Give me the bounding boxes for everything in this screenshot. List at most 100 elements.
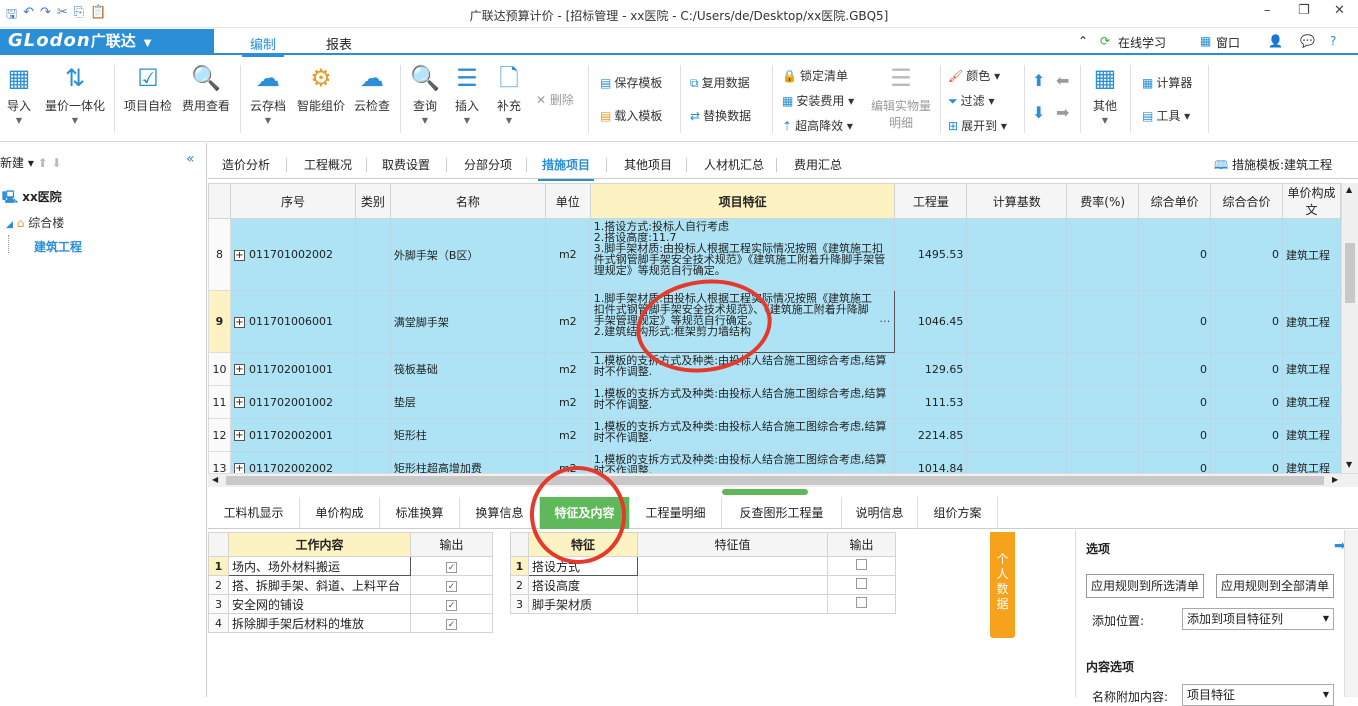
- row-unit-price[interactable]: 0: [1138, 385, 1212, 419]
- row-price-composition[interactable]: 建筑工程: [1281, 290, 1341, 353]
- more-icon[interactable]: …: [879, 313, 890, 324]
- output-cell[interactable]: [827, 594, 896, 614]
- grid-header-rate[interactable]: 费率(%): [1066, 183, 1140, 219]
- row-quantity[interactable]: 1495.53: [894, 218, 968, 291]
- grid-header-category[interactable]: 类别: [354, 183, 391, 219]
- row-unit[interactable]: m2: [544, 418, 591, 452]
- table-row[interactable]: 12 +011702002001 矩形柱 m2 1.模板的支拆方式及种类:由投标…: [208, 418, 1341, 452]
- save-template-button[interactable]: ▤ 保存模板: [600, 74, 662, 91]
- tab-cost-analysis[interactable]: 造价分析: [222, 156, 270, 173]
- row-code-cell[interactable]: +011702002001: [229, 418, 356, 452]
- row-rate[interactable]: [1066, 218, 1140, 291]
- row-unit[interactable]: m2: [544, 218, 591, 291]
- row-calc-base[interactable]: [966, 218, 1068, 291]
- row-index[interactable]: 10: [208, 352, 231, 386]
- tree-node-construction[interactable]: 建筑工程: [34, 238, 82, 255]
- other-button[interactable]: ▦ 其他 ▼: [1088, 63, 1122, 125]
- scroll-right-icon[interactable]: ▶: [1332, 475, 1338, 484]
- tab-reverse-graphic-quantity[interactable]: 反查图形工程量: [722, 497, 842, 529]
- splitter-handle[interactable]: [722, 489, 808, 495]
- user-icon[interactable]: 👤: [1268, 34, 1283, 48]
- horizontal-scrollbar[interactable]: ◀ ▶: [208, 473, 1358, 487]
- row-index[interactable]: 13: [208, 451, 231, 473]
- expand-plus-icon[interactable]: +: [233, 316, 245, 328]
- tab-quantity-detail[interactable]: 工程量明细: [630, 497, 722, 529]
- move-up-icon[interactable]: ⬆: [1032, 71, 1045, 90]
- row-index[interactable]: 4: [208, 613, 229, 633]
- replace-data-button[interactable]: ⇄ 替换数据: [690, 107, 751, 124]
- lock-list-button[interactable]: 🔒 锁定清单: [782, 67, 848, 84]
- table-row-selected[interactable]: 9 +011701006001 满堂脚手架 m2 1.脚手架材质:由投标人根据工…: [208, 290, 1341, 353]
- tab-conversion-info[interactable]: 换算信息: [460, 497, 540, 529]
- cloud-check-button[interactable]: ☁ 云检查: [352, 63, 392, 114]
- fee-view-button[interactable]: 🔍 费用查看: [180, 63, 232, 114]
- list-item[interactable]: 2 搭设高度: [510, 575, 896, 595]
- scroll-thumb[interactable]: [226, 476, 1324, 485]
- table-row[interactable]: 11 +011702001002 垫层 m2 1.模板的支拆方式及种类:由投标人…: [208, 385, 1341, 419]
- tab-fee-setting[interactable]: 取费设置: [382, 156, 430, 173]
- row-calc-base[interactable]: [966, 418, 1068, 452]
- row-unit-price[interactable]: 0: [1138, 290, 1212, 353]
- cloud-save-button[interactable]: ☁ 云存档 ▼: [248, 63, 288, 125]
- output-cell[interactable]: ✓: [410, 575, 493, 595]
- row-name[interactable]: 垫层: [389, 385, 546, 419]
- row-code-cell[interactable]: +011702001001: [229, 352, 356, 386]
- row-index[interactable]: 1: [208, 556, 229, 576]
- grid-header-name[interactable]: 名称: [389, 183, 546, 219]
- chat-icon[interactable]: 💬: [1300, 34, 1315, 48]
- super-height-button[interactable]: ⇡ 超高降效 ▾: [782, 117, 853, 134]
- table-row[interactable]: 13 +011702002002 矩形柱超高增加费 m2 1.模板的支拆方式及种…: [208, 451, 1341, 473]
- feature-value[interactable]: [637, 556, 828, 576]
- work-content-text[interactable]: 安全网的铺设: [228, 594, 411, 614]
- table-row[interactable]: 8 +011701002002 外脚手架（B区） m2 1.搭设方式:投标人自行…: [208, 218, 1341, 291]
- row-code-cell[interactable]: +011702002002: [229, 451, 356, 473]
- supplement-button[interactable]: 🗋 补充 ▼: [492, 63, 526, 125]
- grid-header-feature[interactable]: 项目特征: [589, 183, 896, 219]
- output-cell[interactable]: ✓: [410, 556, 493, 576]
- expand-plus-icon[interactable]: +: [233, 430, 245, 441]
- work-header-output[interactable]: 输出: [410, 532, 493, 557]
- minimize-icon[interactable]: –: [1264, 3, 1271, 18]
- row-code-cell[interactable]: +011701002002: [229, 218, 356, 291]
- apply-selected-button[interactable]: 应用规则到所选清单: [1086, 574, 1204, 598]
- grid-header-quantity[interactable]: 工程量: [894, 183, 968, 219]
- row-quantity[interactable]: 1014.84: [894, 451, 968, 473]
- row-price-composition[interactable]: 建筑工程: [1281, 218, 1341, 291]
- move-right-icon[interactable]: ➡: [1056, 103, 1069, 122]
- grid-header-total-price[interactable]: 综合合价: [1210, 183, 1283, 219]
- table-row[interactable]: 10 +011702001001 筏板基础 m2 1.模板的支拆方式及种类:由投…: [208, 352, 1341, 386]
- tab-labor-material-display[interactable]: 工料机显示: [208, 497, 300, 529]
- new-button[interactable]: 新建 ▾ ⬆ ⬇: [0, 154, 62, 171]
- row-calc-base[interactable]: [966, 352, 1068, 386]
- row-rate[interactable]: [1066, 418, 1140, 452]
- qty-price-button[interactable]: ⇅ 量价一体化 ▼: [42, 63, 108, 125]
- row-name[interactable]: 满堂脚手架: [389, 290, 546, 353]
- row-name[interactable]: 矩形柱超高增加费: [389, 451, 546, 473]
- row-unit[interactable]: m2: [544, 385, 591, 419]
- row-code-cell[interactable]: +011701006001: [229, 290, 356, 353]
- row-feature[interactable]: 1.模板的支拆方式及种类:由投标人结合施工图综合考虑,结算时不作调整.: [589, 385, 896, 419]
- calculator-button[interactable]: ▦ 计算器: [1142, 74, 1192, 91]
- measure-template-button[interactable]: 🕮 措施模板:建筑工程: [1214, 156, 1332, 177]
- tab-report[interactable]: 报表: [318, 32, 360, 55]
- tree-node-building[interactable]: ◢ ⌂ 综合楼: [6, 214, 64, 231]
- feature-value[interactable]: [637, 594, 828, 614]
- insert-button[interactable]: ☰ 插入 ▼: [450, 63, 484, 125]
- row-index[interactable]: 2: [510, 575, 529, 595]
- expand-plus-icon[interactable]: +: [233, 364, 245, 375]
- app-menu-button[interactable]: GLodon广联达 ▼: [0, 29, 214, 53]
- install-fee-button[interactable]: ▦ 安装费用 ▾: [782, 92, 854, 109]
- list-item[interactable]: 1 场内、场外材料搬运 ✓: [208, 556, 493, 576]
- grid-header-seq[interactable]: 序号: [229, 183, 356, 219]
- row-rate[interactable]: [1066, 451, 1140, 473]
- apply-all-button[interactable]: 应用规则到全部清单: [1216, 574, 1334, 598]
- row-unit[interactable]: m2: [544, 290, 591, 353]
- row-code-cell[interactable]: +011702001002: [229, 385, 356, 419]
- output-cell[interactable]: [827, 556, 896, 576]
- row-unit-price[interactable]: 0: [1138, 418, 1212, 452]
- row-total-price[interactable]: 0: [1210, 352, 1283, 386]
- work-header-content[interactable]: 工作内容: [228, 532, 411, 557]
- filter-button[interactable]: ⏷ 过滤 ▾: [948, 92, 994, 109]
- row-unit-price[interactable]: 0: [1138, 218, 1212, 291]
- row-calc-base[interactable]: [966, 451, 1068, 473]
